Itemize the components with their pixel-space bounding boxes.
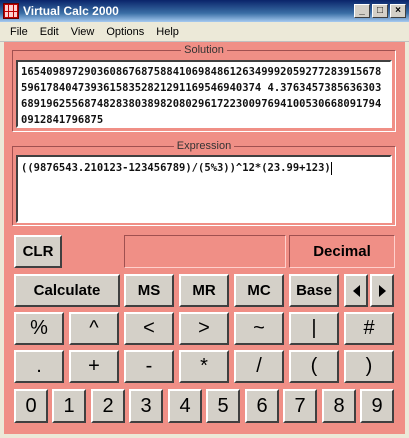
- calculator-icon: [3, 3, 19, 19]
- multiply-button[interactable]: *: [179, 350, 229, 383]
- calculator-body: Solution 1654098972903608676875884106984…: [4, 42, 405, 434]
- expression-input[interactable]: ((9876543.210123-123456789)/(5%3))^12*(2…: [16, 155, 392, 223]
- memory-recall-button[interactable]: MR: [179, 274, 229, 307]
- title-bar[interactable]: Virtual Calc 2000 _ □ ×: [0, 0, 409, 22]
- base-button[interactable]: Base: [289, 274, 339, 307]
- menu-bar: File Edit View Options Help: [0, 22, 409, 42]
- divide-button[interactable]: /: [234, 350, 284, 383]
- greater-than-button[interactable]: >: [179, 312, 229, 345]
- decimal-point-button[interactable]: .: [14, 350, 64, 383]
- solution-value: 1654098972903608676875884106984861263499…: [21, 66, 382, 126]
- open-paren-button[interactable]: (: [289, 350, 339, 383]
- digit-5-button[interactable]: 5: [206, 389, 240, 423]
- clear-button[interactable]: CLR: [14, 235, 62, 268]
- solution-label: Solution: [184, 44, 224, 56]
- next-base-button[interactable]: [370, 274, 394, 307]
- menu-help[interactable]: Help: [150, 26, 185, 38]
- hash-button[interactable]: #: [344, 312, 394, 345]
- close-paren-button[interactable]: ): [344, 350, 394, 383]
- less-than-button[interactable]: <: [124, 312, 174, 345]
- digit-8-button[interactable]: 8: [322, 389, 356, 423]
- arrow-right-icon: [378, 284, 386, 297]
- calculate-button[interactable]: Calculate: [14, 274, 120, 307]
- percent-button[interactable]: %: [14, 312, 64, 345]
- menu-view[interactable]: View: [65, 26, 101, 38]
- close-button[interactable]: ×: [390, 4, 406, 18]
- memory-store-button[interactable]: MS: [124, 274, 174, 307]
- plus-button[interactable]: +: [69, 350, 119, 383]
- digit-2-button[interactable]: 2: [91, 389, 125, 423]
- text-caret: [330, 161, 332, 175]
- expression-label: Expression: [176, 140, 232, 152]
- digit-1-button[interactable]: 1: [52, 389, 86, 423]
- power-button[interactable]: ^: [69, 312, 119, 345]
- digit-4-button[interactable]: 4: [168, 389, 202, 423]
- minus-button[interactable]: -: [124, 350, 174, 383]
- menu-options[interactable]: Options: [100, 26, 150, 38]
- digit-7-button[interactable]: 7: [283, 389, 317, 423]
- digit-3-button[interactable]: 3: [129, 389, 163, 423]
- window-title: Virtual Calc 2000: [23, 4, 119, 18]
- mode-indicator: Decimal: [289, 235, 395, 268]
- memory-display: [124, 235, 286, 268]
- solution-display[interactable]: 1654098972903608676875884106984861263499…: [16, 60, 392, 128]
- pipe-button[interactable]: |: [289, 312, 339, 345]
- tilde-button[interactable]: ~: [234, 312, 284, 345]
- digit-9-button[interactable]: 9: [360, 389, 394, 423]
- previous-base-button[interactable]: [344, 274, 368, 307]
- menu-edit[interactable]: Edit: [34, 26, 65, 38]
- expression-value: ((9876543.210123-123456789)/(5%3))^12*(2…: [21, 162, 331, 174]
- minimize-button[interactable]: _: [354, 4, 370, 18]
- memory-clear-button[interactable]: MC: [234, 274, 284, 307]
- digit-0-button[interactable]: 0: [14, 389, 48, 423]
- arrow-left-icon: [352, 284, 360, 297]
- digit-6-button[interactable]: 6: [245, 389, 279, 423]
- menu-file[interactable]: File: [4, 26, 34, 38]
- maximize-button[interactable]: □: [372, 4, 388, 18]
